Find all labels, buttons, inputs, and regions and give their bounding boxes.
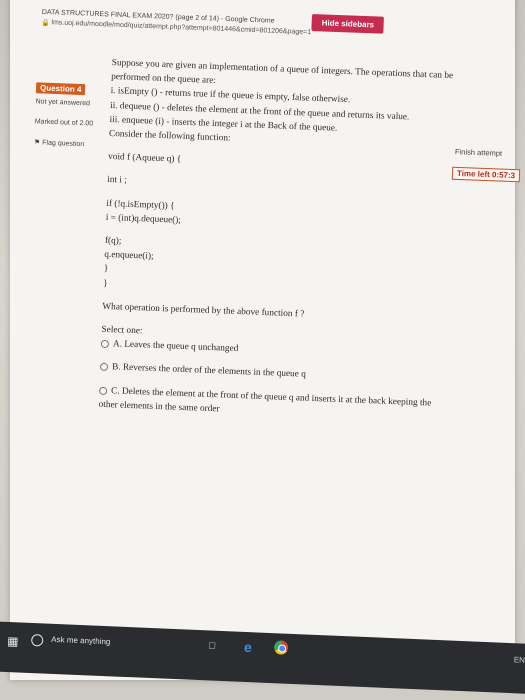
windows-start-icon[interactable]: ▦	[7, 634, 19, 648]
flag-question-label: Flag question	[42, 139, 85, 149]
taskbar-search[interactable]: Ask me anything	[51, 635, 110, 646]
time-left-display: Time left 0:57:3	[451, 166, 521, 183]
question-text: Suppose you are given an implementation …	[98, 56, 525, 428]
radio-button[interactable]	[99, 363, 109, 372]
hide-sidebars-button[interactable]: Hide sidebars	[311, 14, 385, 34]
finish-attempt-link[interactable]: Finish attempt	[455, 147, 502, 158]
lock-icon: 🔒	[41, 19, 51, 28]
cortana-icon[interactable]	[30, 634, 44, 647]
chrome-browser-icon[interactable]	[273, 640, 289, 655]
radio-button[interactable]	[99, 386, 108, 395]
photo-background: DATA STRUCTURES FINAL EXAM 2020? (page 2…	[0, 0, 525, 700]
question-status: Not yet answered	[35, 98, 91, 108]
radio-button[interactable]	[100, 339, 110, 349]
flag-icon: ⚑	[33, 139, 41, 147]
edge-browser-icon[interactable]: e	[244, 639, 252, 655]
question-marks: Marked out of 2.00	[34, 118, 94, 128]
task-view-icon[interactable]: □	[209, 640, 216, 651]
flag-question-link[interactable]: ⚑ Flag question	[34, 138, 85, 148]
system-tray-language: ENG	[513, 655, 525, 665]
question-number-badge: Question 4	[35, 82, 86, 96]
